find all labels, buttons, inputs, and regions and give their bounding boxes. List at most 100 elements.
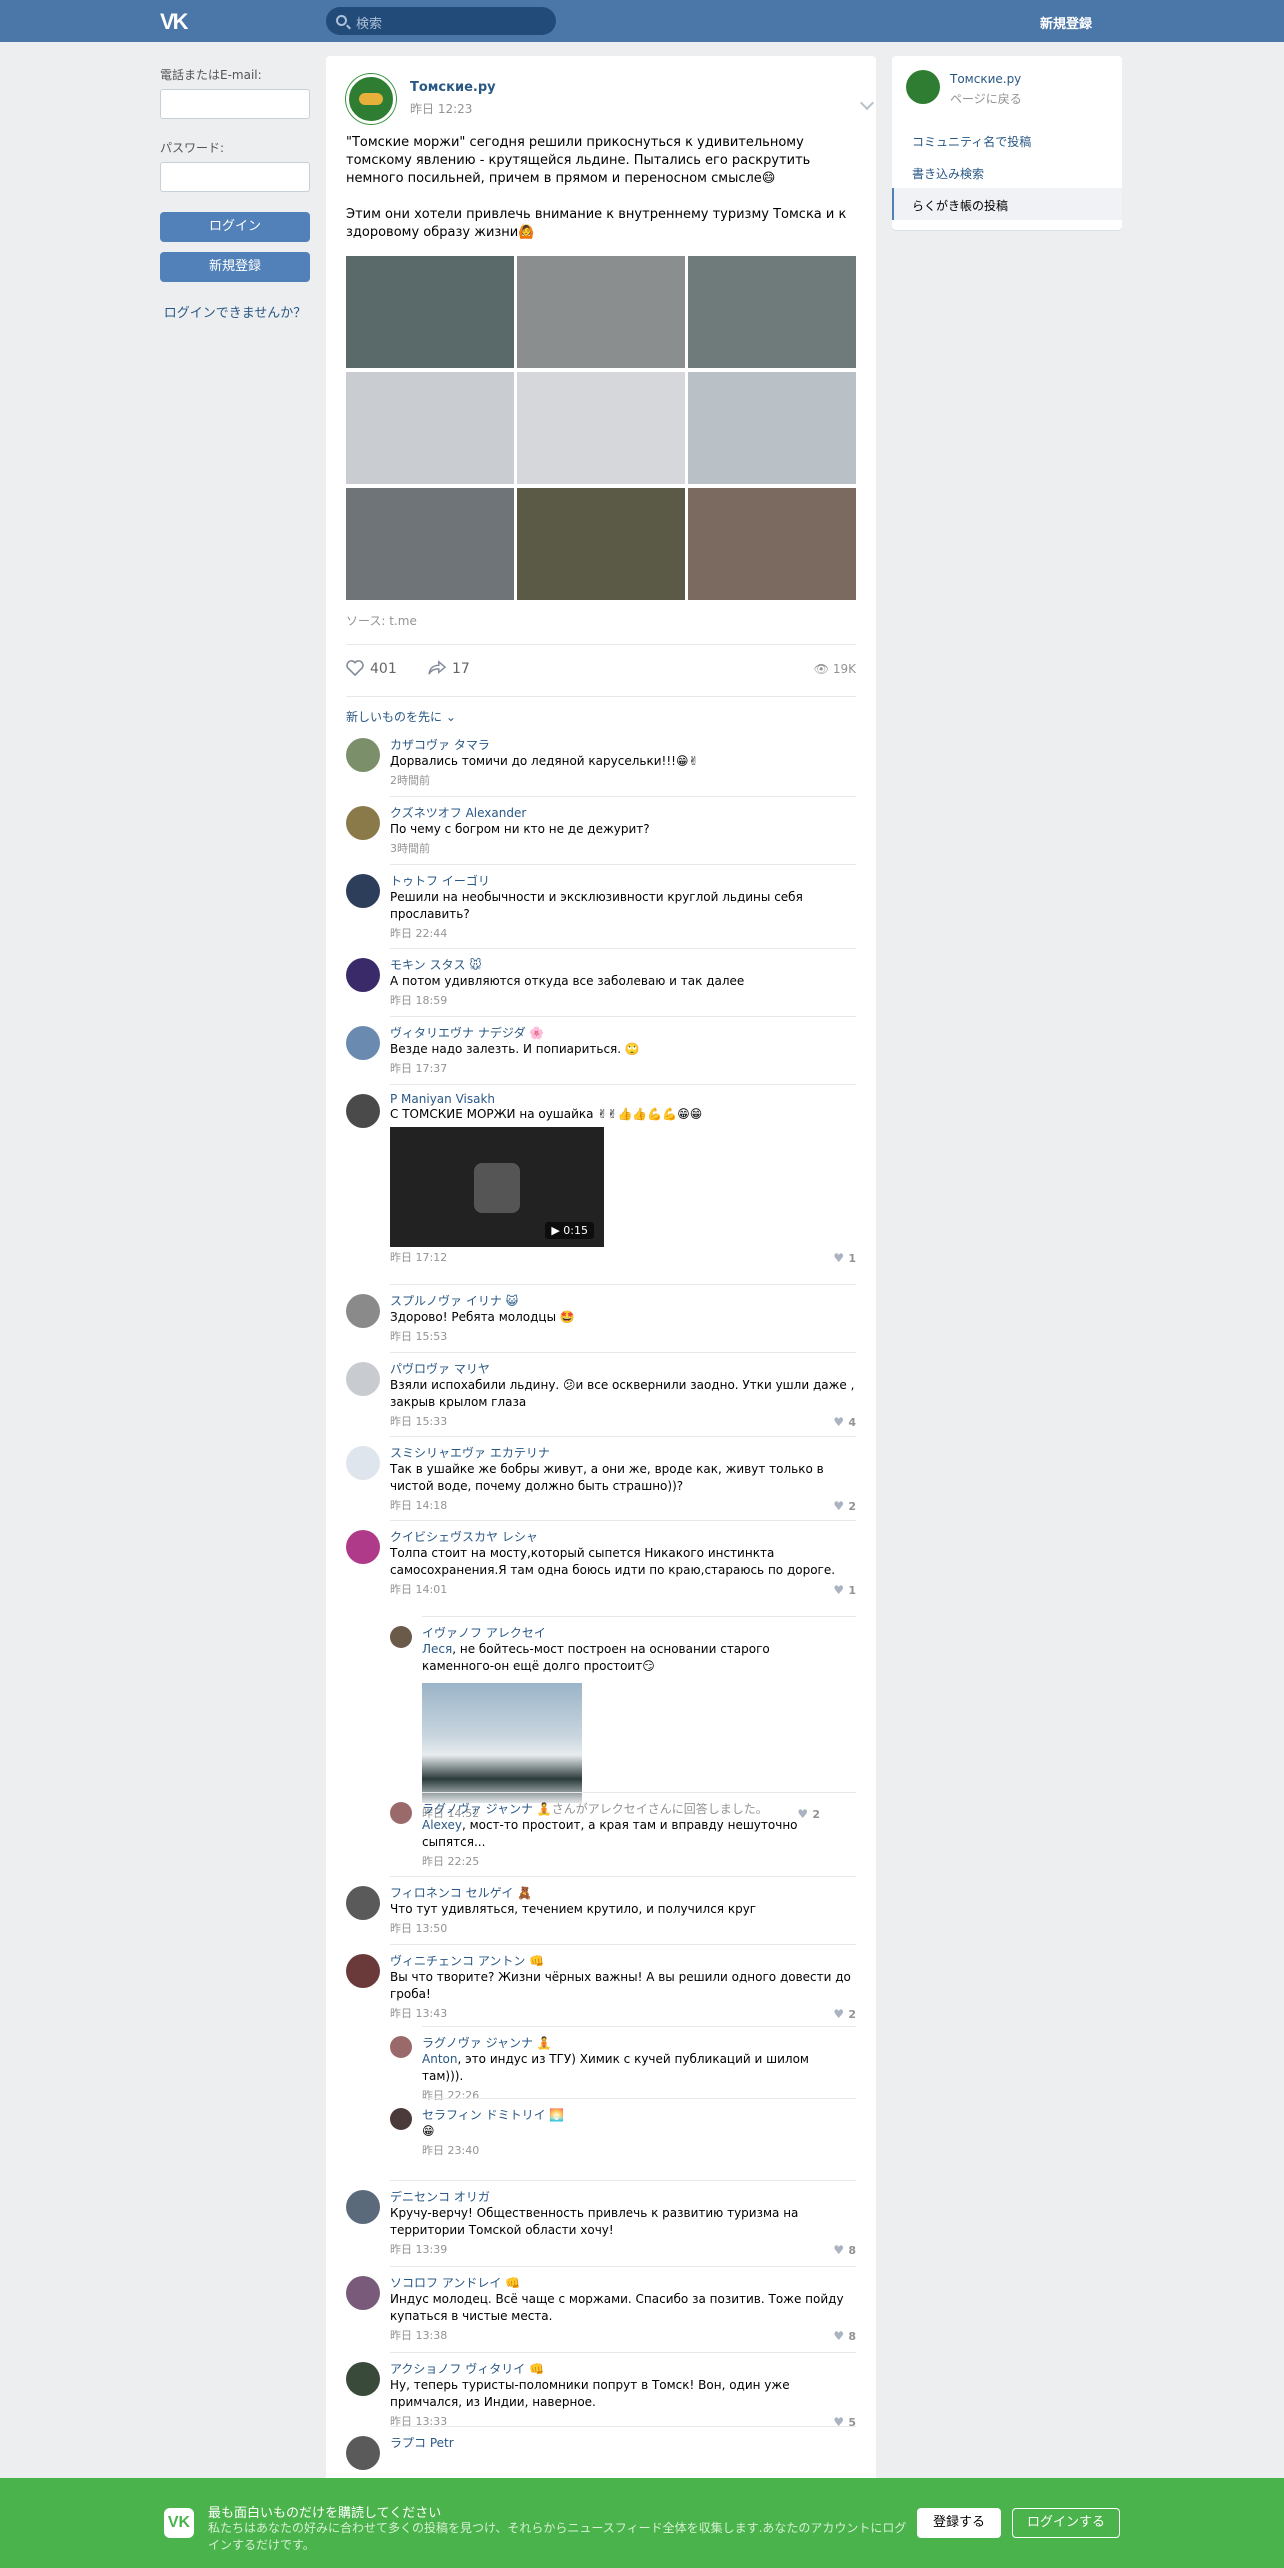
- avatar[interactable]: [346, 2362, 380, 2396]
- comment-author[interactable]: ソコロフ アンドレイ 👊: [390, 2274, 856, 2291]
- photo-thumb[interactable]: [517, 488, 685, 600]
- chevron-down-icon[interactable]: [859, 95, 875, 111]
- post-date[interactable]: 昨日 12:23: [410, 100, 472, 117]
- comment-author[interactable]: デニセンコ オリガ: [390, 2188, 856, 2205]
- comment-author[interactable]: パヴロヴァ マリヤ: [390, 1360, 856, 1377]
- like-button[interactable]: 401: [346, 660, 397, 677]
- mention-link[interactable]: Alexey: [422, 1818, 462, 1832]
- photo-thumb[interactable]: [346, 488, 514, 600]
- photo-thumb[interactable]: [688, 372, 856, 484]
- comment-like-count[interactable]: 4: [833, 1415, 856, 1429]
- photo-thumb[interactable]: [517, 256, 685, 368]
- comment-author[interactable]: ヴィニチェンコ アントン 👊: [390, 1952, 856, 1969]
- comment-time[interactable]: 昨日 13:39: [390, 2241, 856, 2257]
- comment-time[interactable]: 昨日 15:33: [390, 1413, 856, 1429]
- mention-link[interactable]: Леся: [422, 1642, 452, 1656]
- comment-like-count[interactable]: 2: [833, 2007, 856, 2021]
- photo-thumb[interactable]: [688, 488, 856, 600]
- comment-time[interactable]: 昨日 13:50: [390, 1920, 856, 1936]
- avatar[interactable]: [346, 2436, 380, 2470]
- comment-author[interactable]: セラフィン ドミトリイ 🌅: [422, 2106, 820, 2123]
- video-attachment[interactable]: ▶ 0:15: [390, 1127, 604, 1247]
- comment-author[interactable]: トゥトフ イーゴリ: [390, 872, 856, 889]
- avatar[interactable]: [346, 1954, 380, 1988]
- photo-thumb[interactable]: [346, 256, 514, 368]
- comment-like-count[interactable]: 8: [833, 2243, 856, 2257]
- comment-like-count[interactable]: 1: [833, 1251, 856, 1265]
- mention-link[interactable]: Anton: [422, 2052, 457, 2066]
- comment-time[interactable]: 昨日 23:40: [422, 2142, 820, 2158]
- share-button[interactable]: 17: [428, 660, 470, 677]
- register-button[interactable]: 新規登録: [160, 252, 310, 282]
- avatar[interactable]: [346, 738, 380, 772]
- avatar[interactable]: [346, 806, 380, 840]
- photo-thumb[interactable]: [346, 372, 514, 484]
- search-input[interactable]: 検索: [326, 7, 556, 35]
- avatar[interactable]: [346, 1886, 380, 1920]
- comment-author[interactable]: フィロネンコ セルゲイ 🧸: [390, 1884, 856, 1901]
- comment-time[interactable]: 昨日 22:25: [422, 1853, 820, 1869]
- comment-like-count[interactable]: 8: [833, 2329, 856, 2343]
- register-link[interactable]: 新規登録: [1040, 13, 1092, 32]
- password-field[interactable]: [160, 162, 310, 192]
- back-to-page-link[interactable]: ページに戻る: [950, 90, 1022, 107]
- sidebar-item-search-posts[interactable]: 書き込み検索: [892, 156, 1122, 188]
- comment-author[interactable]: ラプコ Petr: [390, 2434, 856, 2451]
- avatar[interactable]: [346, 1446, 380, 1480]
- comment-time[interactable]: 3時間前: [390, 840, 856, 856]
- forgot-login-link[interactable]: ログインできませんか？: [160, 302, 310, 321]
- avatar[interactable]: [346, 1094, 380, 1128]
- photo-thumb[interactable]: [517, 372, 685, 484]
- comment-time[interactable]: 昨日 13:38: [390, 2327, 856, 2343]
- avatar[interactable]: [390, 1802, 412, 1824]
- avatar[interactable]: [346, 1026, 380, 1060]
- comment-time[interactable]: 昨日 17:37: [390, 1060, 856, 1076]
- photo-attachment[interactable]: [422, 1683, 582, 1803]
- comment-author[interactable]: ヴィタリエヴナ ナデジダ 🌸: [390, 1024, 856, 1041]
- comment-time[interactable]: 昨日 18:59: [390, 992, 856, 1008]
- comment-author[interactable]: イヴァノフ アレクセイ: [422, 1624, 820, 1641]
- comment-author[interactable]: スミシリャエヴァ エカテリナ: [390, 1444, 856, 1461]
- comment-author[interactable]: アクショノフ ヴィタリイ 👊: [390, 2360, 856, 2377]
- avatar[interactable]: [346, 1530, 380, 1564]
- comment-time[interactable]: 昨日 14:01: [390, 1581, 856, 1597]
- sort-comments-link[interactable]: 新しいものを先に ⌄: [346, 708, 456, 725]
- avatar[interactable]: [390, 2108, 412, 2130]
- phone-email-field[interactable]: [160, 89, 310, 119]
- comment-time[interactable]: 昨日 22:44: [390, 925, 856, 941]
- avatar[interactable]: [346, 1362, 380, 1396]
- avatar[interactable]: [346, 2276, 380, 2310]
- community-name[interactable]: Томские.ру: [950, 72, 1021, 86]
- comment-author[interactable]: スプルノヴァ イリナ 😺: [390, 1292, 856, 1309]
- comment-author[interactable]: P Maniyan Visakh: [390, 1092, 856, 1106]
- comment-author[interactable]: ラグノヴァ ジャンナ 🧘さんがアレクセイさんに回答しました。: [422, 1800, 820, 1817]
- avatar[interactable]: [346, 1294, 380, 1328]
- sidebar-item-wall-posts[interactable]: らくがき帳の投稿: [892, 188, 1122, 220]
- avatar[interactable]: [346, 2190, 380, 2224]
- avatar[interactable]: [390, 1626, 412, 1648]
- comment-author[interactable]: ラグノヴァ ジャンナ 🧘: [422, 2034, 820, 2051]
- login-button[interactable]: ログイン: [160, 212, 310, 242]
- comment-time[interactable]: 昨日 14:18: [390, 1497, 856, 1513]
- banner-register-button[interactable]: 登録する: [917, 2508, 1001, 2538]
- avatar[interactable]: [346, 958, 380, 992]
- comment-author[interactable]: クイビシェヴスカヤ レシャ: [390, 1528, 856, 1545]
- comment-like-count[interactable]: 2: [833, 1499, 856, 1513]
- comment-time[interactable]: 昨日 22:26: [422, 2087, 820, 2103]
- community-avatar-small[interactable]: [906, 70, 940, 104]
- post-source[interactable]: ソース: t.me: [346, 612, 417, 629]
- comment-like-count[interactable]: 1: [833, 1583, 856, 1597]
- comment-time[interactable]: 昨日 17:12: [390, 1249, 856, 1265]
- comment-author[interactable]: クズネツオフ Alexander: [390, 804, 856, 821]
- banner-login-button[interactable]: ログインする: [1012, 2508, 1120, 2538]
- comment-time[interactable]: 昨日 15:53: [390, 1328, 856, 1344]
- vk-logo[interactable]: VK: [160, 9, 196, 34]
- community-avatar[interactable]: [346, 74, 396, 124]
- comment-time[interactable]: 2時間前: [390, 772, 856, 788]
- avatar[interactable]: [390, 2036, 412, 2058]
- avatar[interactable]: [346, 874, 380, 908]
- comment-time[interactable]: 昨日 13:43: [390, 2005, 856, 2021]
- comment-author[interactable]: モキン スタス 🐭: [390, 956, 856, 973]
- post-author[interactable]: Томские.ру: [410, 80, 496, 95]
- comment-author[interactable]: カザコヴァ タマラ: [390, 736, 856, 753]
